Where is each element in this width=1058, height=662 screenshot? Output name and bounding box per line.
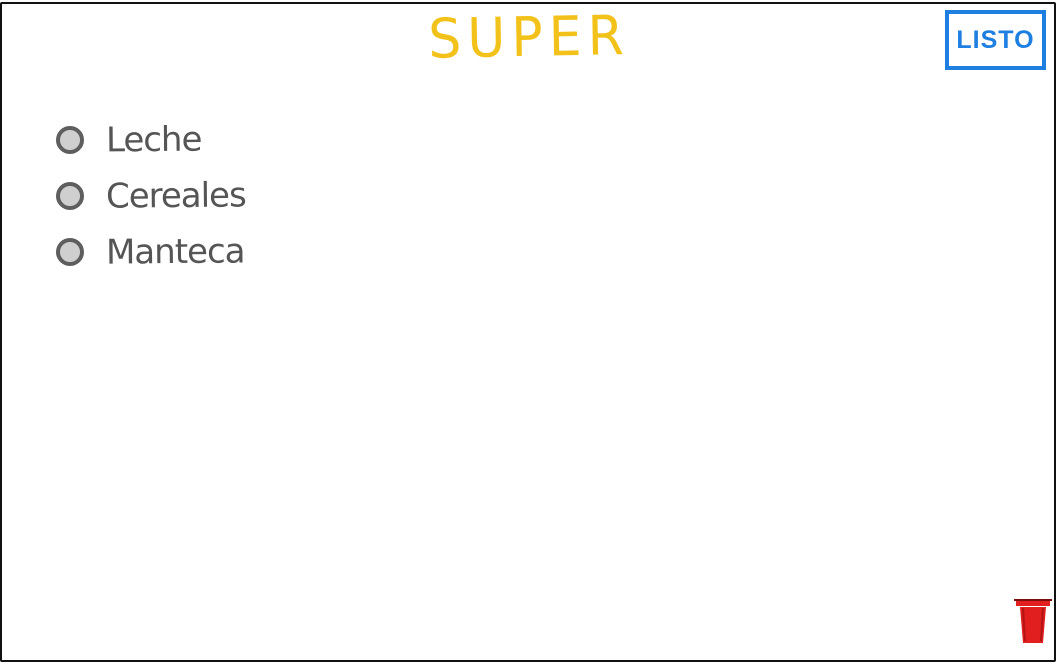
list-item[interactable]: Cereales <box>56 168 246 224</box>
trash-icon[interactable] <box>1013 592 1053 643</box>
list-item-label: Leche <box>105 119 202 161</box>
checkbox-circle[interactable] <box>56 238 84 266</box>
list-item-label: Manteca <box>105 231 245 273</box>
list-item[interactable]: Leche <box>56 112 246 168</box>
app-frame <box>0 2 1056 662</box>
shopping-list: Leche Cereales Manteca <box>56 112 246 280</box>
list-item-label: Cereales <box>105 175 246 217</box>
checkbox-circle[interactable] <box>56 182 84 210</box>
checkbox-circle[interactable] <box>56 126 84 154</box>
list-item[interactable]: Manteca <box>56 224 246 280</box>
done-button[interactable]: LISTO <box>945 10 1046 70</box>
